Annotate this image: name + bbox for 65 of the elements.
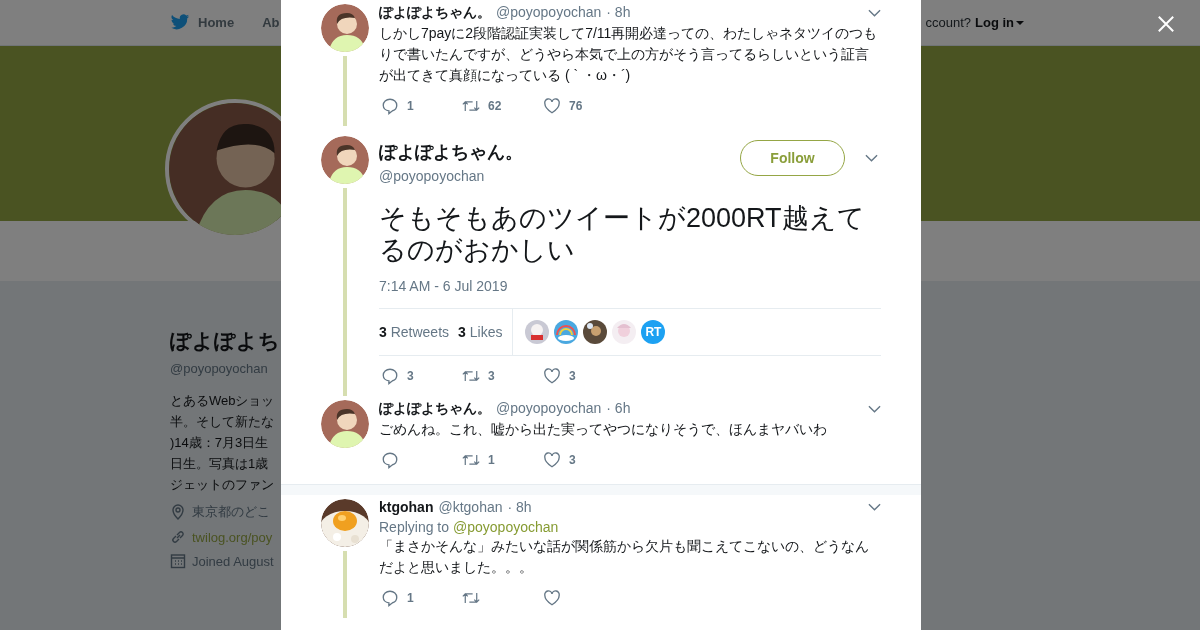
like-count: 76	[569, 99, 583, 113]
caret-icon	[1016, 20, 1024, 25]
stat-link[interactable]: 3 Likes	[458, 324, 503, 340]
bio-line: )14歳：7月3日生	[170, 434, 270, 452]
user-name[interactable]: ktgohan	[379, 499, 434, 515]
bird-icon	[170, 14, 190, 31]
chevron-down-icon[interactable]	[868, 9, 881, 17]
user-handle[interactable]: @ktgohan	[438, 499, 503, 515]
retweet-count: 3	[488, 369, 495, 383]
replying-label: Replying to	[379, 519, 450, 535]
login-link[interactable]: Log in	[975, 15, 1024, 30]
bio-line: とあるWebショッ	[170, 392, 276, 410]
reply-icon[interactable]	[381, 589, 399, 607]
reply-count: 3	[407, 369, 414, 383]
reply-icon[interactable]	[381, 367, 399, 385]
tweet-text: そもそもあのツイートが2000RT越えてるのがおかしい	[379, 202, 866, 266]
user-handle[interactable]: @poyopoyochan	[496, 400, 602, 416]
heart-icon[interactable]	[543, 367, 561, 385]
user-name[interactable]: ぽよぽよちゃん。	[379, 4, 491, 22]
close-icon[interactable]	[1157, 15, 1175, 33]
location-pin-icon	[170, 504, 186, 520]
chevron-down-icon[interactable]	[868, 405, 881, 413]
avatar	[321, 136, 369, 184]
bio-line: ジェットのファン	[170, 476, 275, 494]
user-handle[interactable]: @poyopoyochan	[496, 4, 602, 20]
reply-icon[interactable]	[381, 97, 399, 115]
user-name[interactable]: ぽよぽよちゃん。	[379, 400, 491, 418]
avatar	[321, 4, 369, 52]
retweet-count: 1	[488, 453, 495, 467]
like-count: 3	[569, 369, 576, 383]
heart-icon[interactable]	[543, 97, 561, 115]
mention-link[interactable]: @poyopoyochan	[453, 519, 559, 535]
tweet-time[interactable]: · 8h	[606, 4, 631, 20]
chevron-down-icon[interactable]	[865, 154, 878, 162]
about-link[interactable]: Ab	[262, 15, 280, 30]
reply-count: 1	[407, 99, 414, 113]
retweet-count: 62	[488, 99, 502, 113]
user-name[interactable]: ぽよぽよちゃん。	[379, 140, 740, 164]
tweet-text: ごめんね。これ、嘘から出た実ってやつになりそうで、ほんまヤバいわ	[379, 420, 828, 439]
follow-button[interactable]: Follow	[740, 140, 845, 176]
avatar	[321, 400, 369, 448]
profile-joined-date: Joined August	[192, 553, 274, 569]
profile-handle: @poyopoyochan	[170, 361, 269, 376]
tweet-time[interactable]: · 8h	[507, 499, 532, 515]
like-count: 3	[569, 453, 576, 467]
chevron-down-icon[interactable]	[868, 503, 881, 511]
reply-count: 1	[407, 591, 414, 605]
profile-name: ぽよぽよち	[170, 328, 280, 354]
tweet-timestamp[interactable]: 7:14 AM - 6 Jul 2019	[379, 278, 881, 309]
user-handle[interactable]: @poyopoyochan	[379, 168, 740, 184]
bio-line: 半。そして新たな	[170, 413, 275, 431]
retweeter-avatar[interactable]: RT	[641, 320, 666, 344]
calendar-icon	[170, 553, 186, 569]
reply-icon[interactable]	[381, 451, 399, 469]
account-prompt: ccount?	[925, 15, 971, 30]
tweet-time[interactable]: · 6h	[606, 400, 631, 416]
heart-icon[interactable]	[543, 589, 561, 607]
profile-location: 東京都のどこ	[192, 503, 270, 521]
bio-line: 日生。写真は1歳	[170, 455, 270, 473]
tweet-text: しかし7payに2段階認証実装して7/11再開必達っての、わたしゃネタツイのつもりで書いたんですが、どうやら本気で上の方がそう言ってるらしいという証言が出てきて真顔になっている ( ` ・ω・´)	[379, 24, 879, 85]
stat-link[interactable]: 3 Retweets	[379, 324, 450, 340]
heart-icon[interactable]	[543, 451, 561, 469]
tweet-text: 「まさかそんな」みたいな話が関係筋から欠片も聞こえてこないの、どうなんだよと思いました。。。	[379, 537, 870, 577]
link-icon	[170, 529, 186, 545]
home-link[interactable]: Home	[198, 15, 235, 30]
